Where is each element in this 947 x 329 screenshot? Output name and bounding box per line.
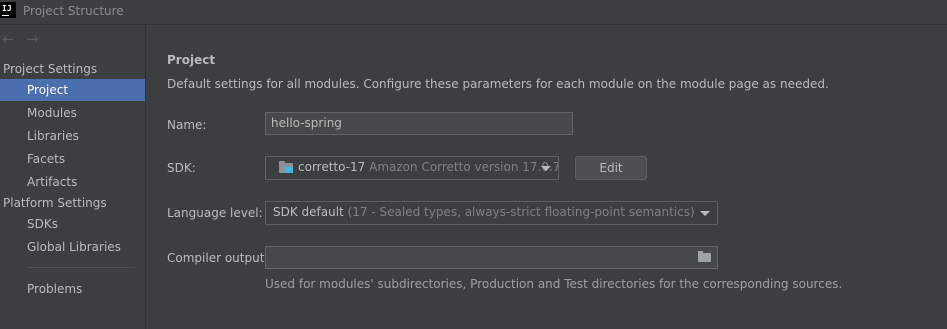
sidebar-item-global-libraries[interactable]: Global Libraries xyxy=(0,236,145,258)
sdk-label: SDK: xyxy=(167,161,196,175)
project-name-field[interactable]: hello-spring xyxy=(265,112,573,135)
name-label: Name: xyxy=(167,118,207,132)
language-level-value: SDK default xyxy=(273,205,344,219)
sidebar-item-facets[interactable]: Facets xyxy=(0,148,145,170)
language-level-detail: (17 - Sealed types, always-strict floati… xyxy=(347,205,695,219)
edit-sdk-button[interactable]: Edit xyxy=(575,156,647,180)
arrow-right-icon[interactable]: → xyxy=(26,32,39,47)
sdk-name: corretto-17 xyxy=(298,160,366,174)
chevron-down-icon xyxy=(541,166,551,171)
sidebar: ← → Project Settings Project Modules Lib… xyxy=(0,25,146,329)
section-title-project-settings: Project Settings xyxy=(3,62,98,76)
sidebar-divider xyxy=(27,267,135,268)
sdk-folder-icon xyxy=(279,161,293,173)
sidebar-item-project[interactable]: Project xyxy=(0,79,145,101)
project-settings-panel: Project Default settings for all modules… xyxy=(146,25,947,329)
folder-browse-icon[interactable] xyxy=(698,251,711,262)
sidebar-item-libraries[interactable]: Libraries xyxy=(0,125,145,147)
sidebar-item-modules[interactable]: Modules xyxy=(0,102,145,124)
language-level-dropdown[interactable]: SDK default (17 - Sealed types, always-s… xyxy=(265,201,718,225)
page-description: Default settings for all modules. Config… xyxy=(167,77,829,91)
title-bar: IJ Project Structure xyxy=(0,0,947,25)
chevron-down-icon xyxy=(700,211,710,216)
arrow-left-icon[interactable]: ← xyxy=(2,32,15,47)
sidebar-item-problems[interactable]: Problems xyxy=(0,278,145,300)
compiler-output-field[interactable] xyxy=(265,246,718,269)
compiler-output-hint: Used for modules' subdirectories, Produc… xyxy=(265,277,843,291)
language-level-label: Language level: xyxy=(167,206,263,220)
section-title-platform-settings: Platform Settings xyxy=(3,196,107,210)
compiler-output-label: Compiler output: xyxy=(167,251,269,265)
sidebar-item-artifacts[interactable]: Artifacts xyxy=(0,171,145,193)
intellij-app-icon: IJ xyxy=(0,2,16,18)
window-title: Project Structure xyxy=(23,4,124,18)
sdk-dropdown[interactable]: corretto-17 Amazon Corretto version 17.0… xyxy=(265,156,559,180)
page-title: Project xyxy=(167,53,216,67)
sidebar-item-sdks[interactable]: SDKs xyxy=(0,213,145,235)
sdk-detail: Amazon Corretto version 17.0.7 xyxy=(369,160,559,174)
